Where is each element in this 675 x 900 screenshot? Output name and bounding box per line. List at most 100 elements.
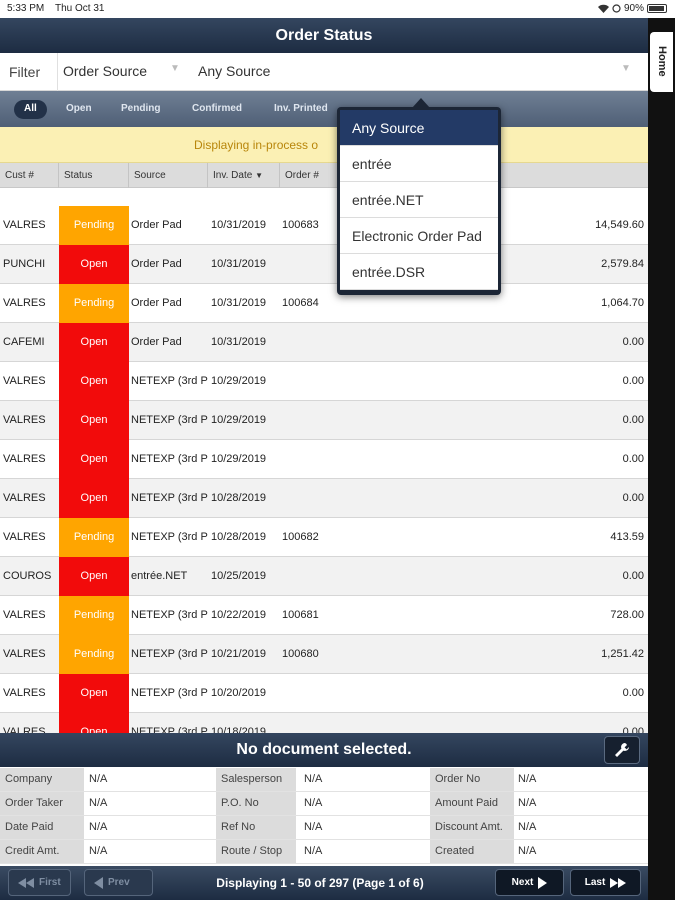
dropdown-option[interactable]: entrée [340,146,498,182]
filter-divider [57,53,58,91]
cell-cust: COUROS [3,570,52,582]
cell-source: Order Pad [131,258,182,270]
table-row[interactable]: CAFEMI Open Order Pad 10/31/2019 0.00 [0,323,648,362]
chevron-down-icon[interactable]: ▼ [170,63,180,74]
first-label: First [39,877,61,888]
dropdown-option[interactable]: entrée.NET [340,182,498,218]
wrench-button[interactable] [604,736,640,764]
cell-cust: VALRES [3,531,46,543]
last-page-button[interactable]: Last [570,869,641,896]
tab-pending[interactable]: Pending [113,100,168,119]
home-tab[interactable]: Home [650,32,673,92]
table-row[interactable]: COUROS Open entrée.NET 10/25/2019 0.00 [0,557,648,596]
status-badge: Open [59,323,129,362]
cell-source: NETEXP (3rd P [131,648,208,660]
dropdown-option[interactable]: Electronic Order Pad [340,218,498,254]
info-banner: Displaying in-process o [0,127,648,163]
cell-order [282,401,342,440]
cell-cust: VALRES [3,297,46,309]
table-row[interactable]: VALRES Pending NETEXP (3rd P 10/22/2019 1006… [0,596,648,635]
detail-label: P.O. No [216,792,296,815]
cell-date: 10/22/2019 [211,609,267,621]
cell-amount: 0.00 [622,687,644,699]
cell-date: 10/21/2019 [211,648,267,660]
detail-value: N/A [518,797,537,809]
orientation-lock-icon [612,4,621,13]
cell-source: NETEXP (3rd P [131,609,208,621]
detail-value: N/A [304,773,323,785]
cell-date: 10/29/2019 [211,414,267,426]
right-arrow-icon [538,876,548,889]
cell-source: NETEXP (3rd P [131,414,208,426]
tab-inv-printed[interactable]: Inv. Printed [266,100,336,119]
table-row[interactable]: VALRES Open NETEXP (3rd P 10/29/2019 0.00 [0,401,648,440]
cell-amount: 0.00 [622,336,644,348]
cell-order [282,479,342,518]
main-panel: Order Status Filter Order Source ▼ Any S… [0,18,648,900]
status-badge: Open [59,479,129,518]
chevron-down-icon[interactable]: ▼ [621,63,631,74]
tab-all[interactable]: All [14,100,47,119]
status-badge: Pending [59,206,129,245]
cell-amount: 0.00 [622,492,644,504]
cell-amount: 0.00 [622,453,644,465]
column-header-source[interactable]: Source [129,163,208,188]
table-row[interactable]: VALRES Pending NETEXP (3rd P 10/21/2019 1006… [0,635,648,674]
detail-label: Credit Amt. [0,840,84,863]
tab-confirmed[interactable]: Confirmed [184,100,250,119]
status-badge: Open [59,674,129,713]
table-row[interactable]: VALRES Pending Order Pad 10/31/2019 100683 14… [0,206,648,245]
tab-open[interactable]: Open [58,100,100,119]
order-list: VALRES Pending Order Pad 10/31/2019 100683 14… [0,206,648,752]
status-badge: Pending [59,518,129,557]
column-header-cust[interactable]: Cust # [0,163,59,188]
status-badge: Open [59,401,129,440]
cell-amount: 1,064.70 [601,297,644,309]
cell-cust: VALRES [3,687,46,699]
first-page-button[interactable]: First [8,869,71,896]
detail-label: Order Taker [0,792,84,815]
cell-source: Order Pad [131,336,182,348]
cell-date: 10/20/2019 [211,687,267,699]
table-row[interactable]: VALRES Open NETEXP (3rd P 10/28/2019 0.00 [0,479,648,518]
cell-source: NETEXP (3rd P [131,687,208,699]
cell-date: 10/29/2019 [211,375,267,387]
pagination-bar: First Prev Displaying 1 - 50 of 297 (Pag… [0,866,648,900]
cell-source: NETEXP (3rd P [131,492,208,504]
status-badge: Pending [59,596,129,635]
cell-order: 100681 [282,609,319,621]
next-page-button[interactable]: Next [495,869,564,896]
battery-percent: 90% [623,3,644,14]
detail-value: N/A [304,821,323,833]
filter-field-select[interactable]: Order Source [63,63,147,79]
table-row[interactable]: VALRES Pending NETEXP (3rd P 10/28/2019 1006… [0,518,648,557]
dropdown-option[interactable]: entrée.DSR [340,254,498,290]
filter-value-select[interactable]: Any Source [198,63,270,79]
table-row[interactable]: VALRES Pending Order Pad 10/31/2019 100684 1,… [0,284,648,323]
home-label: Home [656,46,668,77]
cell-cust: PUNCHI [3,258,46,270]
dropdown-option[interactable]: Any Source [340,110,498,146]
column-header-date[interactable]: Inv. Date ▼ [208,163,280,188]
column-header-date-label: Inv. Date [213,170,253,181]
details-row: Credit Amt. N/A Route / Stop N/A Created N/A [0,840,648,864]
details-row: Company N/A Salesperson N/A Order No N/A [0,768,648,792]
table-row[interactable]: VALRES Open NETEXP (3rd P 10/20/2019 0.00 [0,674,648,713]
battery-icon [647,4,667,13]
table-row[interactable]: PUNCHI Open Order Pad 10/31/2019 2,579.84 [0,245,648,284]
cell-date: 10/25/2019 [211,570,267,582]
next-label: Next [511,877,534,888]
details-row: Date Paid N/A Ref No N/A Discount Amt. N/A [0,816,648,840]
column-header-status[interactable]: Status [59,163,129,188]
table-row[interactable]: VALRES Open NETEXP (3rd P 10/29/2019 0.00 [0,440,648,479]
detail-value: N/A [89,845,108,857]
column-header-order[interactable]: Order # [280,163,340,188]
status-tabs: All Open Pending Confirmed Inv. Printed [0,91,648,127]
clock: 5:33 PM [7,3,45,14]
cell-amount: 14,549.60 [595,219,644,231]
detail-value: N/A [518,773,537,785]
detail-label: Amount Paid [430,792,514,815]
prev-page-button[interactable]: Prev [84,869,153,896]
table-row[interactable]: VALRES Open NETEXP (3rd P 10/29/2019 0.00 [0,362,648,401]
source-dropdown: Any Source entrée entrée.NET Electronic Ord… [337,98,501,295]
